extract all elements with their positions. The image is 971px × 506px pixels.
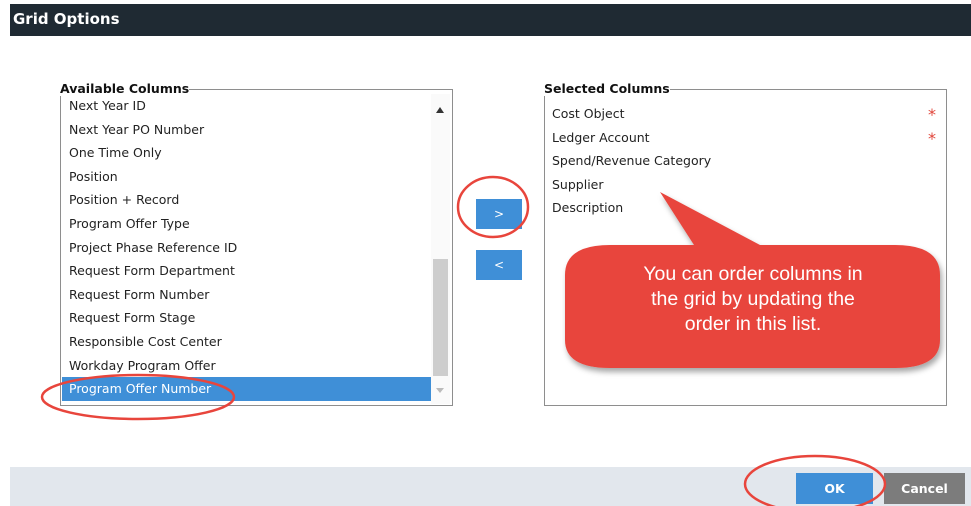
selected-columns-legend: Selected Columns (544, 81, 670, 96)
list-item[interactable]: Cost Object * (546, 102, 945, 126)
scroll-down-arrow-icon[interactable] (436, 388, 444, 393)
list-item[interactable]: Responsible Cost Center (62, 330, 431, 354)
callout-line: the grid by updating the (651, 288, 855, 310)
column-label: Spend/Revenue Category (552, 153, 712, 169)
scrollbar-thumb[interactable] (433, 259, 448, 376)
dialog-title-bar: Grid Options (10, 4, 971, 36)
list-item[interactable]: Request Form Number (62, 283, 431, 307)
list-item[interactable]: Position + Record (62, 188, 431, 212)
required-asterisk-icon: * (928, 105, 936, 124)
column-label: Cost Object (552, 106, 625, 121)
list-item-selected[interactable]: Program Offer Number (62, 377, 431, 401)
list-item[interactable]: Request Form Stage (62, 306, 431, 330)
column-label: Supplier (552, 176, 604, 192)
dialog-title: Grid Options (13, 10, 120, 28)
list-item[interactable]: Project Phase Reference ID (62, 236, 431, 260)
ok-button[interactable]: OK (796, 473, 873, 504)
list-item[interactable]: Supplier (546, 173, 945, 197)
remove-column-button[interactable]: < (476, 250, 522, 280)
available-columns-scrollbar[interactable] (431, 94, 450, 404)
list-item[interactable]: Spend/Revenue Category (546, 149, 945, 173)
column-label: Description (552, 200, 624, 216)
list-item[interactable]: Program Offer Type (62, 212, 431, 236)
add-column-button[interactable]: > (476, 199, 522, 229)
list-item[interactable]: Ledger Account * (546, 126, 945, 150)
callout-line: You can order columns in (643, 263, 863, 285)
scroll-up-arrow-icon[interactable] (436, 107, 444, 113)
list-item[interactable]: One Time Only (62, 141, 431, 165)
column-label: Ledger Account (552, 129, 650, 145)
callout-line: order in this list. (684, 313, 822, 335)
callout-text: You can order columns in the grid by upd… (585, 262, 921, 337)
list-item[interactable]: Position (62, 165, 431, 189)
required-asterisk-icon: * (928, 128, 936, 148)
list-item[interactable]: Description (546, 196, 945, 220)
list-item[interactable]: Next Year PO Number (62, 118, 431, 142)
list-item[interactable]: Request Form Department (62, 259, 431, 283)
cancel-button[interactable]: Cancel (884, 473, 965, 504)
list-item[interactable]: Next Year ID (62, 94, 431, 118)
list-item[interactable]: Workday Program Offer (62, 354, 431, 378)
available-columns-list[interactable]: Next Year ID Next Year PO Number One Tim… (62, 94, 431, 404)
selected-columns-list[interactable]: Cost Object * Ledger Account * Spend/Rev… (546, 102, 945, 220)
